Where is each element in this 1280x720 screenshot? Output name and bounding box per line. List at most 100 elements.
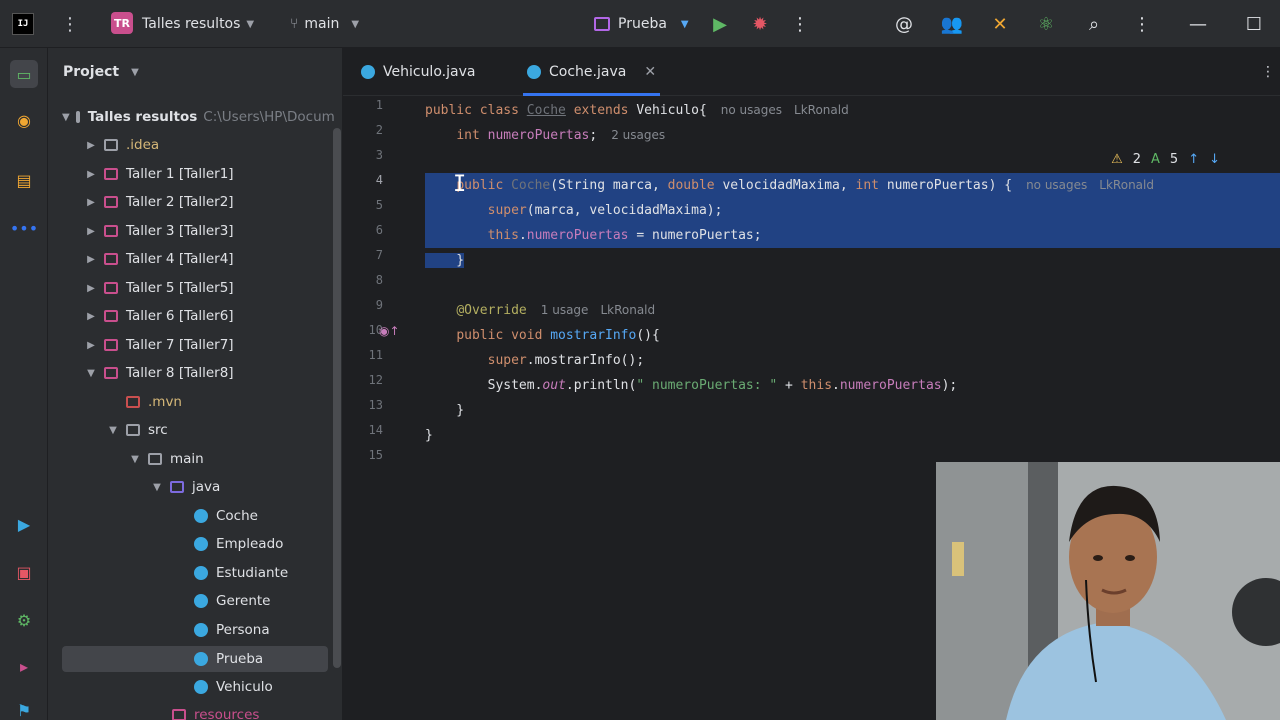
line-number: 15 bbox=[368, 448, 383, 462]
tree-item-java[interactable]: ▼ java bbox=[150, 474, 342, 500]
tree-item-coche[interactable]: Coche bbox=[188, 503, 342, 529]
tree-item-resources[interactable]: resources bbox=[166, 702, 342, 720]
tree-item-taller4[interactable]: ▶ Taller 4 [Taller4] bbox=[84, 246, 342, 272]
code-line: public void mostrarInfo(){ bbox=[456, 328, 660, 343]
module-folder-icon bbox=[104, 225, 118, 237]
tree-item-path: C:\Users\HP\Docum bbox=[203, 109, 335, 125]
tree-item-root[interactable]: ▼ Talles resultos C:\Users\HP\Docum bbox=[62, 104, 335, 130]
tree-item-label: main bbox=[170, 451, 204, 467]
run-config-name: Prueba bbox=[618, 16, 667, 32]
source-root-folder-icon bbox=[170, 481, 184, 493]
tree-item-label: Persona bbox=[216, 622, 270, 638]
chevron-right-icon: ▶ bbox=[87, 139, 95, 151]
project-panel-header[interactable]: Project ▼ bbox=[63, 64, 139, 80]
module-folder-icon bbox=[104, 196, 118, 208]
chevron-right-icon: ▶ bbox=[87, 282, 95, 294]
tree-item-label: Gerente bbox=[216, 593, 271, 609]
search-icon[interactable]: ⌕ bbox=[1082, 0, 1106, 48]
branch-icon: ⑂ bbox=[290, 16, 299, 32]
tab-options-icon[interactable]: ⋮ bbox=[1261, 48, 1275, 96]
project-badge[interactable]: TR bbox=[111, 12, 133, 34]
settings-menu-icon[interactable]: ⋮ bbox=[1130, 0, 1154, 48]
tree-item-gerente[interactable]: Gerente bbox=[188, 588, 342, 614]
tree-item-taller2[interactable]: ▶ Taller 2 [Taller2] bbox=[84, 189, 342, 215]
structure-tool-icon[interactable]: ▤ bbox=[10, 166, 38, 194]
ai-assistant-icon[interactable]: @ bbox=[892, 0, 916, 48]
tree-item-taller7[interactable]: ▶ Taller 7 [Taller7] bbox=[84, 332, 342, 358]
line-number: 1 bbox=[375, 98, 383, 112]
code-line: @Override 1 usage LkRonald bbox=[456, 303, 656, 318]
tree-item-label: Taller 7 [Taller7] bbox=[126, 337, 234, 353]
editor-tabs: Vehiculo.java Coche.java ✕ ⋮ bbox=[343, 48, 1280, 96]
webcam-overlay bbox=[936, 462, 1280, 720]
services-tool-icon[interactable]: ▣ bbox=[10, 558, 38, 586]
module-folder-icon bbox=[104, 168, 118, 180]
more-actions-icon[interactable]: ⋮ bbox=[788, 0, 812, 48]
branch-selector[interactable]: ⑂ main ▼ bbox=[290, 0, 359, 48]
project-tool-icon[interactable]: ▭ bbox=[10, 60, 38, 88]
code-with-me-icon[interactable]: 👥 bbox=[940, 0, 964, 48]
minimize-icon[interactable]: — bbox=[1186, 0, 1210, 48]
module-folder-icon bbox=[104, 253, 118, 265]
line-number: 10 bbox=[368, 323, 383, 337]
code-line: } bbox=[425, 403, 465, 418]
tree-item-idea[interactable]: ▶ .idea bbox=[84, 132, 342, 158]
branch-name: main bbox=[304, 16, 340, 32]
tree-item-src[interactable]: ▼ src bbox=[106, 417, 342, 443]
tree-item-taller6[interactable]: ▶ Taller 6 [Taller6] bbox=[84, 303, 342, 329]
source-folder-icon bbox=[126, 424, 140, 436]
project-scrollbar[interactable] bbox=[333, 128, 341, 668]
tree-item-label: Talles resultos bbox=[87, 109, 198, 125]
atom-plugin-icon[interactable]: ⚛ bbox=[1034, 0, 1058, 48]
maximize-icon[interactable]: ☐ bbox=[1242, 0, 1266, 48]
line-number: 6 bbox=[375, 223, 383, 237]
run-config-selector[interactable]: Prueba ▼ bbox=[594, 0, 689, 48]
close-tab-icon[interactable]: ✕ bbox=[644, 64, 656, 80]
code-line-selected: public Coche(String marca, double veloci… bbox=[425, 173, 1280, 198]
build-tools-icon[interactable]: ✕ bbox=[988, 0, 1012, 48]
chevron-down-icon: ▼ bbox=[351, 18, 360, 30]
tree-item-mvn[interactable]: .mvn bbox=[120, 389, 342, 415]
tree-item-taller8[interactable]: ▼ Taller 8 [Taller8] bbox=[84, 360, 342, 386]
tree-item-persona[interactable]: Persona bbox=[188, 617, 342, 643]
tree-item-taller1[interactable]: ▶ Taller 1 [Taller1] bbox=[84, 161, 342, 187]
java-class-icon bbox=[194, 537, 208, 551]
tab-vehiculo-java[interactable]: Vehiculo.java bbox=[361, 48, 475, 96]
run-icon[interactable]: ▶ bbox=[708, 0, 732, 48]
tab-coche-java[interactable]: Coche.java ✕ bbox=[523, 48, 661, 96]
tree-item-prueba[interactable]: Prueba bbox=[62, 646, 328, 672]
tab-label: Vehiculo.java bbox=[383, 64, 476, 80]
tree-item-taller3[interactable]: ▶ Taller 3 [Taller3] bbox=[84, 218, 342, 244]
chevron-right-icon: ▶ bbox=[87, 196, 95, 208]
tree-item-main[interactable]: ▼ main bbox=[128, 446, 342, 472]
project-panel: Project ▼ ▼ Talles resultos C:\Users\HP\… bbox=[48, 48, 343, 720]
java-class-icon bbox=[194, 623, 208, 637]
tree-item-label: java bbox=[192, 479, 221, 495]
commit-tool-icon[interactable]: ◉ bbox=[10, 106, 38, 134]
app-logo[interactable]: IJ bbox=[12, 13, 34, 35]
java-class-icon bbox=[527, 65, 541, 79]
terminal-tool-icon[interactable]: ▸ bbox=[10, 652, 38, 680]
line-number: 13 bbox=[368, 398, 383, 412]
tree-item-estudiante[interactable]: Estudiante bbox=[188, 560, 342, 586]
java-class-icon bbox=[194, 566, 208, 580]
more-tools-icon[interactable]: ••• bbox=[10, 214, 38, 242]
run-tool-icon[interactable]: ▶ bbox=[10, 510, 38, 538]
tree-item-label: .mvn bbox=[148, 394, 182, 410]
chevron-down-icon: ▼ bbox=[131, 66, 139, 78]
tree-item-vehiculo[interactable]: Vehiculo bbox=[188, 674, 342, 700]
run-config-icon bbox=[594, 17, 610, 31]
chevron-right-icon: ▶ bbox=[87, 253, 95, 265]
main-menu-icon[interactable]: ⋮ bbox=[61, 0, 79, 48]
module-folder-icon bbox=[104, 339, 118, 351]
java-class-icon bbox=[194, 509, 208, 523]
override-gutter-icon[interactable]: ◉↑ bbox=[379, 324, 400, 338]
problems-tool-icon[interactable]: ⚑ bbox=[10, 696, 38, 720]
tree-item-empleado[interactable]: Empleado bbox=[188, 531, 342, 557]
settings-gear-icon[interactable]: ⚙ bbox=[10, 606, 38, 634]
resources-folder-icon bbox=[172, 709, 186, 720]
project-selector[interactable]: Talles resultos ▼ bbox=[142, 0, 254, 48]
debug-icon[interactable]: ✹ bbox=[748, 0, 772, 48]
line-number: 2 bbox=[375, 123, 383, 137]
tree-item-taller5[interactable]: ▶ Taller 5 [Taller5] bbox=[84, 275, 342, 301]
